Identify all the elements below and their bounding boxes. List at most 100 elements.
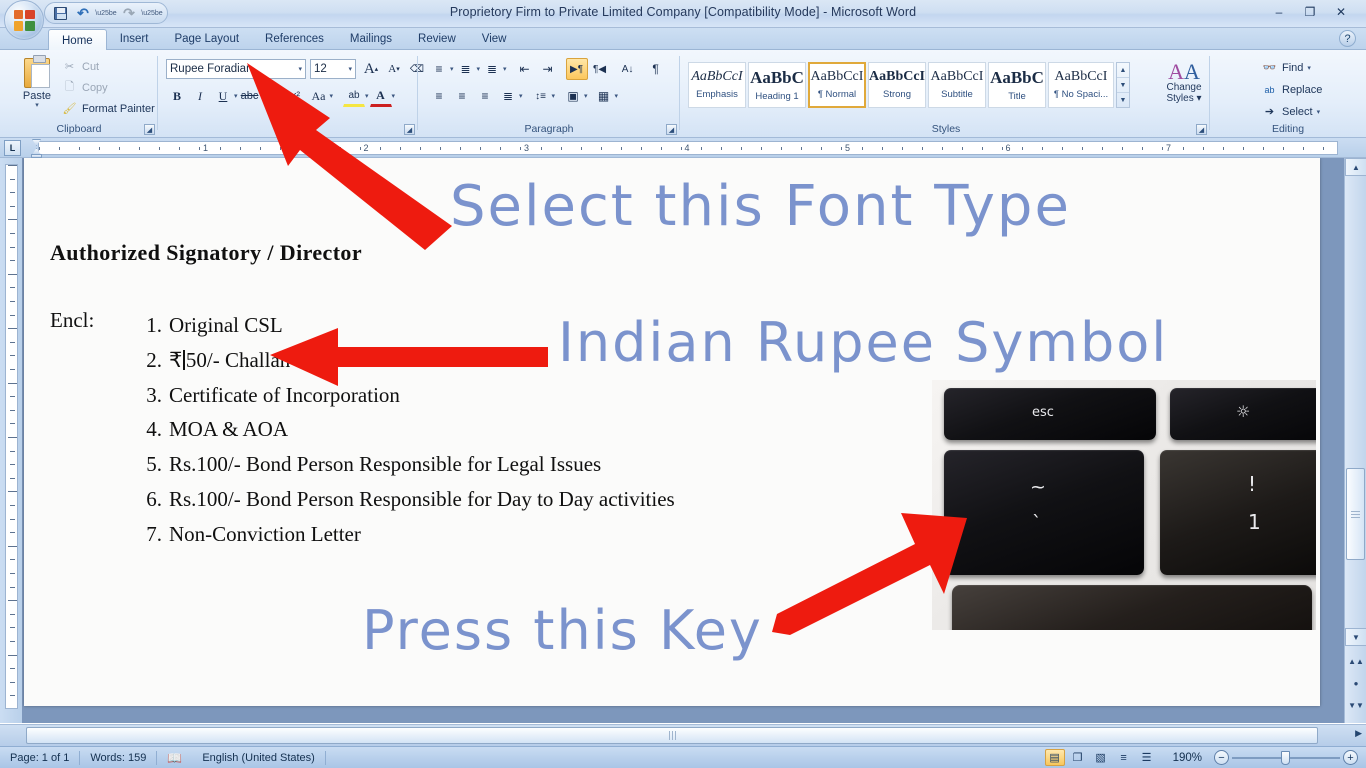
increase-indent-icon[interactable]: ⇥ (537, 58, 559, 80)
font-name-combobox[interactable]: Rupee Foradian ▾ (166, 59, 306, 79)
copy-button[interactable]: 🗋 Copy (62, 80, 108, 95)
style-heading-1[interactable]: AaBbC Heading 1 (748, 62, 806, 108)
style-no-spacing[interactable]: AaBbCcI ¶ No Spaci... (1048, 62, 1114, 108)
decrease-indent-icon[interactable]: ⇤ (514, 58, 536, 80)
view-outline[interactable]: ≡ (1114, 749, 1134, 766)
line-spacing-icon[interactable]: ↕≡ (530, 85, 552, 107)
horizontal-scroll-thumb[interactable] (26, 727, 1318, 744)
style-strong[interactable]: AaBbCcI Strong (868, 62, 926, 108)
font-color-dropdown-icon[interactable]: ▾ (392, 92, 396, 100)
view-full-screen-reading[interactable]: ❐ (1068, 749, 1088, 766)
show-formatting-marks-icon[interactable]: ¶ (645, 58, 667, 80)
paste-dropdown-icon[interactable]: ▾ (35, 102, 39, 109)
customize-qat-icon[interactable]: \u25be (141, 4, 163, 23)
vertical-scrollbar[interactable]: ▲ ▼ ▲▲ ● ▼▼ (1344, 158, 1366, 723)
next-page-icon[interactable]: ▼▼ (1345, 696, 1366, 714)
vertical-scroll-thumb[interactable] (1346, 468, 1365, 560)
clipboard-dialog-launcher[interactable]: ◢ (144, 124, 155, 135)
scroll-up-icon[interactable]: ▲ (1345, 158, 1366, 176)
shrink-font-icon[interactable]: A ▾ (383, 58, 405, 80)
tab-page-layout[interactable]: Page Layout (161, 28, 252, 50)
underline-dropdown-icon[interactable]: ▾ (234, 92, 238, 100)
bold-icon[interactable]: B (166, 85, 188, 107)
style-subtitle[interactable]: AaBbCcI Subtitle (928, 62, 986, 108)
zoom-slider-handle[interactable] (1281, 750, 1290, 765)
find-dropdown-icon[interactable]: ▾ (1307, 64, 1311, 72)
borders-dropdown-icon[interactable]: ▾ (615, 92, 619, 100)
ltr-text-direction-icon[interactable]: ▶¶ (565, 58, 588, 80)
view-draft[interactable]: ☰ (1137, 749, 1157, 766)
font-dialog-launcher[interactable]: ◢ (404, 124, 415, 135)
numbering-dropdown-icon[interactable]: ▾ (477, 65, 481, 73)
grow-font-icon[interactable]: A ▴ (360, 58, 382, 80)
view-print-layout[interactable]: ▤ (1044, 749, 1065, 766)
redo-icon[interactable]: ↷ (118, 4, 140, 23)
zoom-in-button[interactable]: + (1343, 750, 1358, 765)
page-indicator[interactable]: Page: 1 of 1 (0, 747, 79, 768)
document-page[interactable]: Authorized Signatory / Director Encl: 1.… (24, 158, 1320, 706)
multilevel-dropdown-icon[interactable]: ▾ (503, 65, 507, 73)
styles-more-icon[interactable]: ▼ (1117, 93, 1129, 107)
borders-icon[interactable]: ▦ (593, 85, 615, 107)
rtl-text-direction-icon[interactable]: ¶◀ (589, 58, 611, 80)
tab-insert[interactable]: Insert (107, 28, 162, 50)
sort-icon[interactable]: A↓ (617, 58, 639, 80)
change-case-icon[interactable]: Aa (308, 85, 330, 107)
scroll-right-icon[interactable]: ▶ (1355, 728, 1362, 739)
scroll-down-icon[interactable]: ▼ (1345, 628, 1366, 646)
styles-scroll-down-icon[interactable]: ▼ (1117, 78, 1129, 93)
tab-mailings[interactable]: Mailings (337, 28, 405, 50)
select-browse-object-icon[interactable]: ● (1345, 674, 1366, 692)
previous-page-icon[interactable]: ▲▲ (1345, 652, 1366, 670)
minimize-icon[interactable]: – (1268, 4, 1290, 20)
font-size-combobox[interactable]: 12 ▾ (310, 59, 356, 79)
document-area[interactable]: Authorized Signatory / Director Encl: 1.… (22, 158, 1344, 723)
restore-icon[interactable]: ❐ (1299, 4, 1321, 20)
zoom-level[interactable]: 190% (1173, 752, 1202, 764)
styles-scroll-up-icon[interactable]: ▲ (1117, 63, 1129, 78)
styles-dialog-launcher[interactable]: ◢ (1196, 124, 1207, 135)
superscript-icon[interactable]: x² (285, 85, 307, 107)
underline-icon[interactable]: U (212, 85, 234, 107)
font-size-dropdown-icon[interactable]: ▾ (348, 65, 352, 73)
paste-button[interactable]: Paste ▾ (14, 55, 60, 118)
help-icon[interactable]: ? (1339, 30, 1356, 47)
find-button[interactable]: 👓 Find ▾ (1262, 60, 1311, 75)
replace-button[interactable]: ab Replace (1262, 82, 1322, 97)
tab-references[interactable]: References (252, 28, 337, 50)
format-painter-button[interactable]: 🖌 Format Painter (62, 101, 155, 116)
select-dropdown-icon[interactable]: ▾ (1317, 108, 1321, 116)
justify-icon[interactable]: ≣ (497, 85, 519, 107)
style-emphasis[interactable]: AaBbCcI Emphasis (688, 62, 746, 108)
shading-dropdown-icon[interactable]: ▾ (584, 92, 588, 100)
vertical-ruler[interactable] (0, 158, 22, 723)
bullets-dropdown-icon[interactable]: ▾ (450, 65, 454, 73)
horizontal-ruler[interactable]: L 1 2 3 4 5 6 7 (0, 138, 1366, 158)
multilevel-list-icon[interactable]: ≣ (481, 58, 503, 80)
word-count[interactable]: Words: 159 (80, 747, 156, 768)
ruler-strip[interactable]: 1 2 3 4 5 6 7 (38, 141, 1338, 155)
language-indicator[interactable]: English (United States) (192, 747, 325, 768)
proofing-status[interactable]: 📖 (157, 747, 192, 768)
align-right-icon[interactable]: ≡ (474, 85, 496, 107)
select-button[interactable]: ➔ Select ▾ (1262, 104, 1320, 119)
close-icon[interactable]: ✕ (1330, 4, 1352, 20)
shading-icon[interactable]: ▣ (562, 85, 584, 107)
zoom-slider[interactable] (1232, 750, 1340, 765)
cut-button[interactable]: ✂ Cut (62, 59, 99, 74)
change-case-dropdown-icon[interactable]: ▾ (330, 92, 334, 100)
text-highlight-icon[interactable]: ab (343, 85, 365, 107)
align-center-icon[interactable]: ≡ (451, 85, 473, 107)
styles-gallery-scroll[interactable]: ▲ ▼ ▼ (1116, 62, 1130, 108)
tab-view[interactable]: View (469, 28, 520, 50)
paragraph-dialog-launcher[interactable]: ◢ (666, 124, 677, 135)
font-name-dropdown-icon[interactable]: ▾ (298, 65, 302, 73)
undo-icon[interactable]: ↶ (72, 4, 94, 23)
strikethrough-icon[interactable]: abc (239, 85, 261, 107)
style-normal[interactable]: AaBbCcI ¶ Normal (808, 62, 866, 108)
numbering-icon[interactable]: ≣ (455, 58, 477, 80)
office-button[interactable] (4, 0, 44, 40)
italic-icon[interactable]: I (189, 85, 211, 107)
subscript-icon[interactable]: x₂ (262, 85, 284, 107)
style-title[interactable]: AaBbC Title (988, 62, 1046, 108)
